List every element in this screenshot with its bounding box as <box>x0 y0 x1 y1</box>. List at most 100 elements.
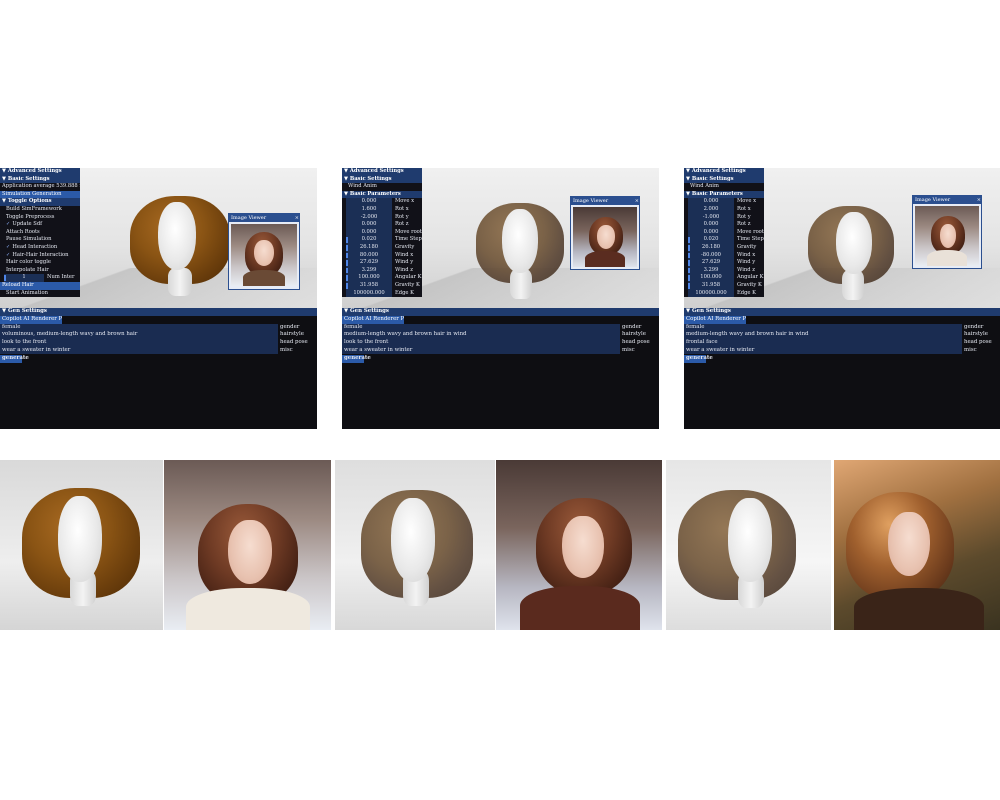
generate-button[interactable]: generate <box>0 354 29 363</box>
settings-item[interactable]: ▼ Basic Parameters <box>684 190 764 199</box>
slider-grab[interactable] <box>346 237 348 243</box>
slider-grab[interactable] <box>688 244 690 251</box>
param-slider[interactable]: 0.020 <box>688 236 734 244</box>
close-icon[interactable]: × <box>977 196 981 204</box>
settings-item[interactable]: Simulation Generation <box>0 190 80 199</box>
param-slider[interactable]: 3.299 <box>346 266 392 275</box>
settings-item[interactable]: Hair-Hair Interaction <box>0 252 80 260</box>
prompt-input[interactable]: female <box>342 323 620 331</box>
settings-item[interactable]: ▼ Basic Parameters <box>342 190 422 199</box>
settings-item[interactable]: Pause Simulation <box>0 236 80 244</box>
gen-section-label[interactable]: Copilot AI Renderer Perm <box>342 315 404 324</box>
prompt-input[interactable]: frontal face <box>684 339 962 347</box>
settings-item[interactable]: Attach Roots <box>0 229 80 237</box>
param-slider[interactable]: -1.000 <box>688 213 734 222</box>
gen-settings-header[interactable]: ▼ Gen Settings <box>0 308 317 316</box>
image-viewer-titlebar[interactable]: Image Viewer × <box>229 214 299 222</box>
prompt-input[interactable]: voluminous, medium-length wavy and brown… <box>0 331 278 339</box>
param-slider[interactable]: 26.180 <box>346 243 392 252</box>
slider-grab[interactable] <box>346 267 348 274</box>
start-animation-button[interactable]: Start Animation <box>0 290 80 298</box>
param-slider[interactable]: 0.000 <box>688 228 734 237</box>
num-interp-input[interactable]: 1 <box>4 274 44 282</box>
slider-grab[interactable] <box>346 275 348 281</box>
prompt-input[interactable]: wear a sweater in winter <box>684 346 962 355</box>
close-icon[interactable]: × <box>635 197 639 205</box>
collapse-icon: ▼ <box>686 175 690 182</box>
param-slider[interactable]: 0.000 <box>346 198 392 206</box>
settings-item[interactable]: Head Interaction <box>0 244 80 252</box>
param-slider[interactable]: -2.000 <box>346 213 392 222</box>
param-slider[interactable]: 0.020 <box>346 236 392 244</box>
prompt-input[interactable]: wear a sweater in winter <box>0 346 278 355</box>
image-viewer-window[interactable]: Image Viewer × <box>228 213 300 290</box>
slider-grab[interactable] <box>346 252 348 259</box>
gen-section-label[interactable]: Copilot AI Renderer Perm <box>0 315 62 324</box>
param-slider[interactable]: 80.000 <box>346 251 392 260</box>
image-viewer-window[interactable]: Image Viewer × <box>570 196 640 270</box>
reload-hair-button[interactable]: Reload Hair <box>0 281 80 290</box>
settings-item[interactable]: Hair color toggle <box>0 259 80 267</box>
param-slider[interactable]: 27.629 <box>346 259 392 267</box>
settings-item[interactable]: Update Sdf <box>0 221 80 229</box>
param-slider[interactable]: 26.180 <box>688 243 734 252</box>
3d-viewport[interactable]: Image Viewer × ▼ Advanced Settings ▼ Basi… <box>0 168 317 308</box>
3d-viewport[interactable]: Image Viewer × ▼ Advanced Settings ▼ Basi… <box>684 168 1000 308</box>
3d-viewport[interactable]: Image Viewer × ▼ Advanced Settings ▼ Basi… <box>342 168 659 308</box>
settings-item[interactable]: Wind Anim <box>684 183 764 191</box>
prompt-input[interactable]: look to the front <box>0 339 278 347</box>
settings-item[interactable]: ▼ Advanced Settings <box>342 168 422 176</box>
slider-grab[interactable] <box>346 244 348 251</box>
param-slider[interactable]: 2.000 <box>688 205 734 214</box>
settings-item[interactable]: Wind Anim <box>342 183 422 191</box>
slider-grab[interactable] <box>688 260 690 266</box>
slider-grab[interactable] <box>688 267 690 274</box>
param-slider[interactable]: 0.000 <box>688 221 734 229</box>
gen-section-label[interactable]: Copilot AI Renderer Perm <box>684 315 746 324</box>
settings-item[interactable]: ▼ Basic Settings <box>684 175 764 184</box>
prompt-input[interactable]: medium-length wavy and brown hair in win… <box>342 331 620 339</box>
param-slider[interactable]: 31.958 <box>688 281 734 290</box>
prompt-input[interactable]: female <box>684 323 962 331</box>
param-slider[interactable]: 100000.000 <box>346 289 392 298</box>
param-row: 3.299 Wind z <box>342 266 422 275</box>
prompt-input[interactable]: female <box>0 323 278 331</box>
settings-item[interactable]: ▼ Basic Settings <box>0 175 80 184</box>
image-viewer-titlebar[interactable]: Image Viewer × <box>571 197 639 205</box>
gen-settings-header[interactable]: ▼ Gen Settings <box>684 308 1000 316</box>
settings-item[interactable]: ▼ Advanced Settings <box>684 168 764 176</box>
generate-button[interactable]: generate <box>342 354 371 363</box>
slider-grab[interactable] <box>688 282 690 289</box>
generate-button[interactable]: generate <box>684 354 713 363</box>
settings-item[interactable]: ▼ Advanced Settings <box>0 168 80 176</box>
slider-grab[interactable] <box>346 282 348 289</box>
slider-grab[interactable] <box>688 252 690 259</box>
settings-item[interactable]: Build SimFramework <box>0 206 80 214</box>
param-slider[interactable]: 3.299 <box>688 266 734 275</box>
param-slider[interactable]: 100.000 <box>346 274 392 282</box>
param-slider[interactable]: 1.600 <box>346 205 392 214</box>
param-value: 26.180 <box>701 243 721 250</box>
param-slider[interactable]: 31.958 <box>346 281 392 290</box>
param-slider[interactable]: 100000.000 <box>688 289 734 298</box>
param-slider[interactable]: 27.629 <box>688 259 734 267</box>
prompt-input[interactable]: look to the front <box>342 339 620 347</box>
param-slider[interactable]: -80.000 <box>688 251 734 260</box>
slider-grab[interactable] <box>346 260 348 266</box>
param-slider[interactable]: 0.000 <box>688 198 734 206</box>
image-viewer-window[interactable]: Image Viewer × <box>912 195 982 269</box>
prompt-input[interactable]: medium-length wavy and brown hair in win… <box>684 331 962 339</box>
gen-settings-header[interactable]: ▼ Gen Settings <box>342 308 659 316</box>
settings-item[interactable]: ▼ Toggle Options <box>0 198 80 206</box>
slider-grab[interactable] <box>688 237 690 243</box>
prompt-input[interactable]: wear a sweater in winter <box>342 346 620 355</box>
settings-item[interactable]: Toggle Preprocess <box>0 214 80 222</box>
param-slider[interactable]: 0.000 <box>346 228 392 237</box>
close-icon[interactable]: × <box>295 214 299 222</box>
image-viewer-titlebar[interactable]: Image Viewer × <box>913 196 981 204</box>
param-slider[interactable]: 100.000 <box>688 274 734 282</box>
slider-grab[interactable] <box>688 275 690 281</box>
settings-item[interactable]: ▼ Basic Settings <box>342 175 422 184</box>
param-slider[interactable]: 0.000 <box>346 221 392 229</box>
settings-item[interactable]: Interpolate Hair <box>0 267 80 275</box>
